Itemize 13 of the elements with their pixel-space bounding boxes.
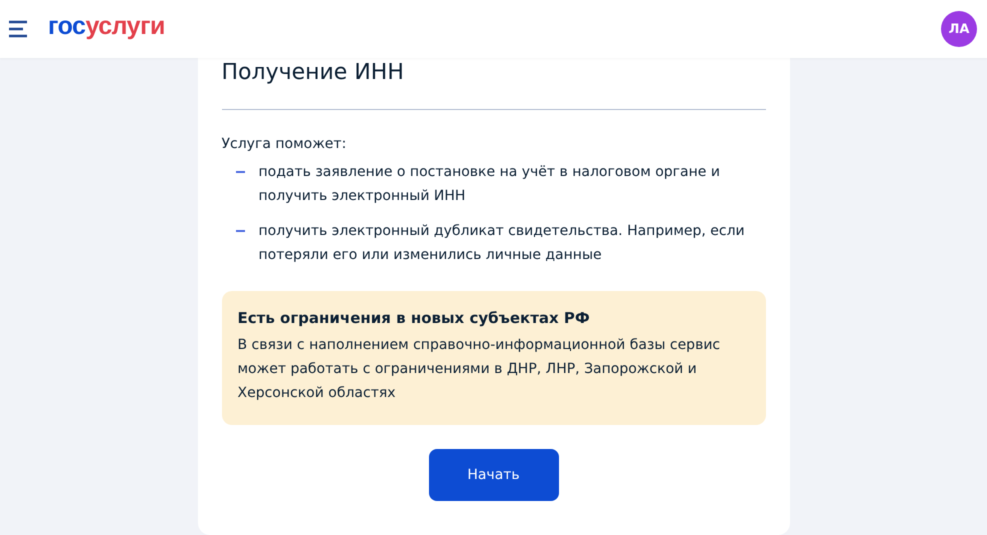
dash-icon — [236, 230, 244, 232]
menu-icon — [8, 20, 28, 38]
user-avatar[interactable]: ЛА — [941, 11, 977, 47]
intro-text: Услуга поможет: — [222, 136, 348, 152]
menu-button[interactable] — [8, 20, 28, 38]
gosuslugi-logo[interactable]: госуслуги — [48, 14, 165, 38]
dash-icon — [236, 171, 244, 173]
notice-text: В связи с наполнением справочно-информационной базы сервис может работать с ограничениями в ДНР, ЛНР, Запорожской и Херсонской областях — [238, 336, 722, 403]
list-item-text: подать заявление о постановке на учёт в налоговом органе и получить электронный ИНН — [258, 163, 721, 206]
start-button[interactable]: Начать — [428, 449, 558, 501]
list-item-text: получить электронный дубликат свидетельства. Например, если потеряли его или изменились личные данные — [258, 222, 746, 265]
page-title: Получение ИНН — [222, 58, 766, 110]
notice-title: Есть ограничения в новых субъектах РФ — [238, 309, 591, 327]
